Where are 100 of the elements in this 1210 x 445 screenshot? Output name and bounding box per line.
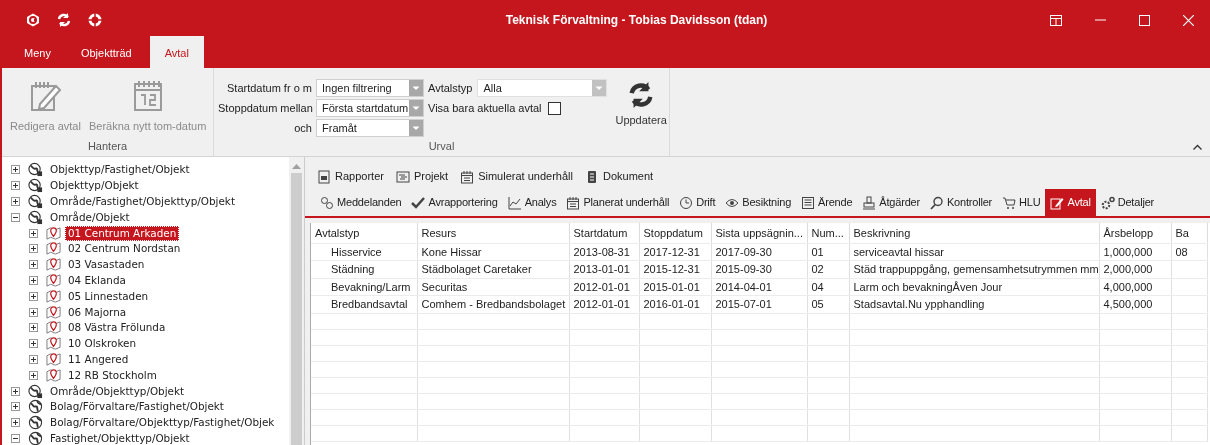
- tree-item[interactable]: Område/Fastighet/Objekttyp/Objekt: [47, 194, 238, 209]
- tab[interactable]: Planerat underhåll: [561, 189, 675, 216]
- window-title: Teknisk Förvaltning - Tobias Davidsson (tdan): [504, 12, 769, 29]
- tab[interactable]: Avrapportering: [406, 189, 503, 216]
- tree-item[interactable]: 11 Angered: [65, 351, 132, 367]
- collapse-icon[interactable]: [1193, 144, 1202, 150]
- table-cell: 4,000,000: [1099, 278, 1171, 296]
- expand-toggle-icon[interactable]: [29, 275, 38, 285]
- list-icon: [801, 195, 816, 210]
- dropdown[interactable]: Ingen filtrering: [316, 79, 424, 97]
- search-icon: [929, 195, 944, 210]
- lifebuoy-icon[interactable]: [88, 13, 102, 27]
- tab[interactable]: Detaljer: [1095, 189, 1159, 216]
- expand-toggle-icon[interactable]: [11, 197, 20, 206]
- table-cell: Bredbandsavtal: [311, 295, 417, 313]
- tab[interactable]: Meddelanden: [315, 189, 407, 216]
- scroll-thumb[interactable]: [291, 173, 302, 445]
- expand-toggle-icon[interactable]: [29, 323, 38, 333]
- tree-item[interactable]: Objekttyp/Fastighet/Objekt: [47, 162, 193, 178]
- checkmark-icon: [411, 195, 426, 210]
- map-pin-icon: [46, 320, 61, 336]
- tab[interactable]: Kontroller: [924, 189, 998, 216]
- table-cell: Städning: [311, 260, 417, 278]
- tab[interactable]: Åtgärder: [857, 189, 925, 216]
- column-header[interactable]: Sista uppsägnin...: [711, 223, 807, 243]
- ribbon-tab[interactable]: Objektträd: [68, 39, 144, 68]
- close-icon[interactable]: [1182, 14, 1194, 26]
- column-header[interactable]: Ba: [1171, 223, 1207, 243]
- tree-item[interactable]: 12 RB Stockholm: [65, 367, 160, 383]
- expand-toggle-icon[interactable]: [11, 402, 20, 412]
- table-cell: 1,000,000: [1099, 243, 1171, 261]
- locked-globe-icon: [28, 162, 43, 178]
- tab[interactable]: Analys: [502, 189, 562, 216]
- expand-toggle-icon[interactable]: [29, 260, 38, 270]
- column-header[interactable]: Resurs: [417, 223, 569, 243]
- map-pin-icon: [46, 257, 61, 273]
- edit-icon: [1050, 195, 1065, 210]
- column-header[interactable]: Num...: [807, 223, 849, 243]
- locked-globe-icon: [28, 383, 43, 399]
- table-cell: Städ trappuppgång, gemensamhetsutrymmen mm: [849, 260, 1099, 278]
- tree-item[interactable]: 08 Västra Frölunda: [65, 320, 169, 336]
- refresh-button[interactable]: Uppdatera: [611, 78, 671, 138]
- ribbon-tab[interactable]: Meny: [12, 39, 63, 68]
- refresh-icon[interactable]: [57, 13, 71, 27]
- table-cell: 2017-09-30: [711, 243, 807, 261]
- tree-item[interactable]: 02 Centrum Nordstan: [65, 241, 184, 257]
- table-cell: 2,000,000: [1099, 260, 1171, 278]
- tree-item[interactable]: 10 Olskroken: [65, 336, 140, 352]
- tab[interactable]: Ärende: [796, 189, 858, 216]
- caret-icon: [409, 120, 423, 136]
- tree-item[interactable]: 06 Majorna: [65, 304, 130, 320]
- tree-item[interactable]: Område/Objekt: [47, 209, 133, 225]
- tree-item[interactable]: 04 Eklanda: [65, 272, 129, 288]
- tree-item[interactable]: Objekttyp/Objekt: [47, 178, 142, 194]
- column-header[interactable]: Beskrivning: [849, 223, 1099, 243]
- table-cell: 04: [807, 278, 849, 296]
- expand-toggle-icon[interactable]: [11, 433, 20, 443]
- scrollbar[interactable]: [289, 157, 304, 445]
- expand-toggle-icon[interactable]: [11, 165, 20, 175]
- expand-toggle-icon[interactable]: [29, 228, 38, 238]
- tab[interactable]: Avtal: [1045, 189, 1096, 216]
- tree-item[interactable]: Bolag/Förvaltare/Fastighet/Objekt: [47, 399, 227, 415]
- toolbar-button[interactable]: Projekt: [395, 166, 449, 187]
- maximize-icon[interactable]: [1138, 14, 1150, 26]
- tree-item[interactable]: Bolag/Förvaltare/Objekttyp/Fastighet/Objek: [47, 415, 278, 431]
- expand-toggle-icon[interactable]: [11, 418, 20, 428]
- toolbar-button[interactable]: Dokument: [584, 166, 654, 187]
- toolbar-button[interactable]: Rapporter: [317, 166, 384, 187]
- expand-toggle-icon[interactable]: [11, 181, 20, 191]
- tab[interactable]: Drift: [674, 189, 721, 216]
- tree-item[interactable]: 05 Linnestaden: [65, 288, 152, 304]
- table-cell: 2013-08-31: [569, 243, 639, 261]
- checkbox[interactable]: [547, 101, 561, 115]
- expand-toggle-icon[interactable]: [29, 339, 38, 349]
- column-header[interactable]: Startdatum: [569, 223, 639, 243]
- expand-toggle-icon[interactable]: [29, 354, 38, 364]
- expand-toggle-icon[interactable]: [29, 291, 38, 301]
- group-label: Hantera: [86, 139, 129, 154]
- expand-toggle-icon[interactable]: [11, 386, 20, 396]
- expand-toggle-icon[interactable]: [29, 370, 38, 380]
- expand-toggle-icon[interactable]: [29, 244, 38, 254]
- column-header[interactable]: Stoppdatum: [639, 223, 711, 243]
- tree-item[interactable]: Område/Objekttyp/Objekt: [47, 383, 188, 399]
- tree-item[interactable]: 01 Centrum Arkaden: [65, 225, 180, 241]
- expand-toggle-icon[interactable]: [29, 307, 38, 317]
- tree-item[interactable]: Fastighet/Objekttyp/Objekt: [47, 430, 193, 445]
- tab[interactable]: Besiktning: [720, 189, 797, 216]
- table-cell: serviceavtal hissar: [849, 243, 1099, 261]
- restore-layout-icon[interactable]: [1050, 14, 1062, 26]
- dropdown[interactable]: Framåt: [316, 119, 424, 137]
- ribbon-tab[interactable]: Avtal: [149, 35, 204, 68]
- tree-item[interactable]: 03 Vasastaden: [65, 257, 148, 273]
- column-header[interactable]: Avtalstyp: [311, 223, 417, 243]
- dropdown[interactable]: Första startdatum: [316, 99, 424, 117]
- toolbar-button[interactable]: Simulerat underhåll: [460, 166, 573, 187]
- tab[interactable]: HLU: [997, 189, 1046, 216]
- expand-toggle-icon[interactable]: [11, 212, 20, 222]
- column-header[interactable]: Årsbelopp: [1099, 223, 1171, 243]
- table-cell: Bevakning/Larm: [311, 278, 417, 296]
- logo-icon[interactable]: [26, 13, 40, 27]
